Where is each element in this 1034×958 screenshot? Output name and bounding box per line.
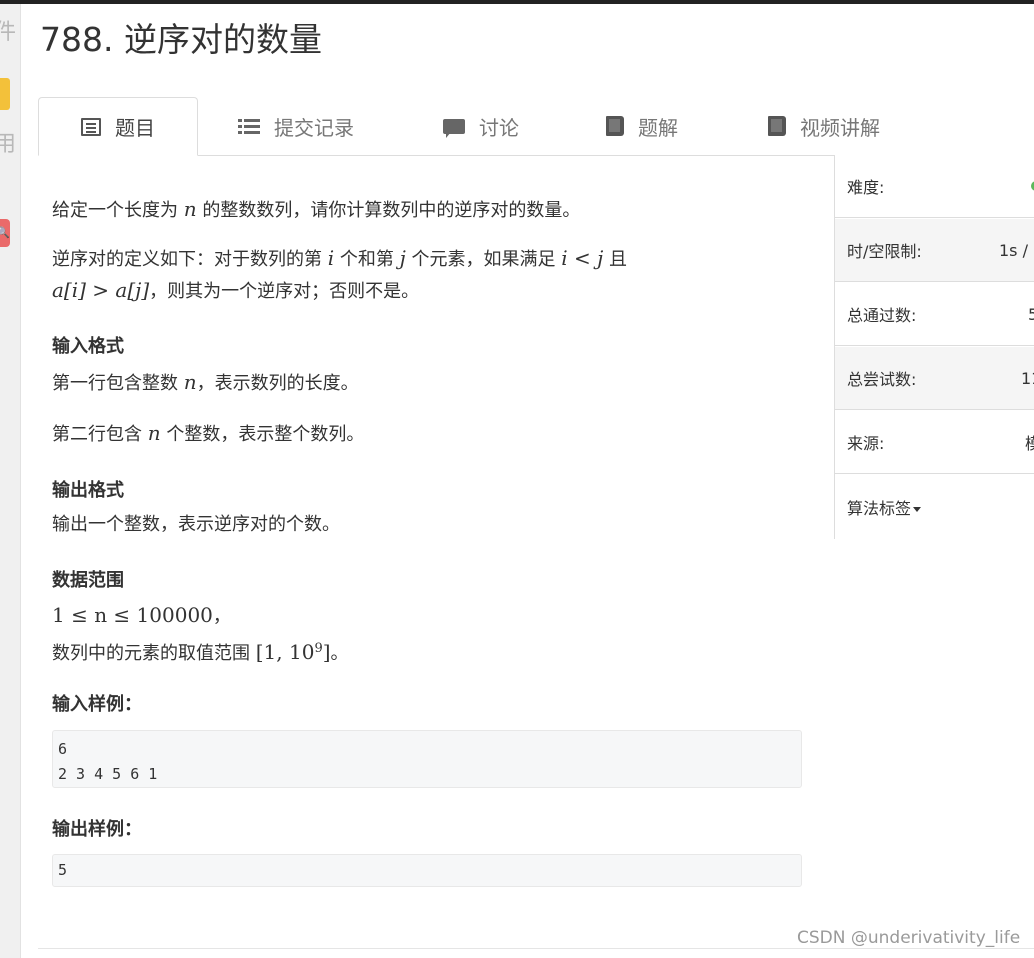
tab-problem[interactable]: 题目 <box>38 97 198 156</box>
search-icon[interactable]: 🔍 <box>0 219 10 247</box>
info-row-source: 来源: 模 <box>835 411 1034 474</box>
description-paragraph: 给定一个长度为 n 的整数数列，请你计算数列中的逆序对的数量。 <box>52 197 581 221</box>
sample-input-code[interactable]: 6 2 3 4 5 6 1 <box>52 730 802 788</box>
sample-input-heading: 输入样例： <box>52 694 142 715</box>
top-bar <box>0 0 1034 4</box>
input-format-line: 第二行包含 n 个整数，表示整个数列。 <box>52 421 365 445</box>
tab-label: 讨论 <box>479 115 519 140</box>
info-row-difficulty: 难度: <box>835 155 1034 218</box>
tab-label: 提交记录 <box>274 115 354 140</box>
algorithm-tags-toggle[interactable]: 算法标签 <box>835 475 1034 538</box>
data-range-formula: 1 ≤ n ≤ 100000， <box>52 603 231 627</box>
tab-label: 题目 <box>115 116 155 140</box>
folder-icon[interactable] <box>0 78 10 110</box>
list-lines-icon <box>238 118 260 134</box>
book-icon <box>606 116 624 136</box>
output-format-heading: 输出格式 <box>52 480 124 501</box>
info-row-attempts: 总尝试数: 11 <box>835 347 1034 410</box>
tab-discussion[interactable]: 讨论 <box>443 97 519 155</box>
tab-bar: 题目 提交记录 讨论 题解 视频讲解 <box>38 97 1034 156</box>
divider <box>38 948 1034 949</box>
sidebar-char: 用 <box>0 126 16 158</box>
input-format-line: 第一行包含整数 n，表示数列的长度。 <box>52 370 359 394</box>
output-format-line: 输出一个整数，表示逆序对的个数。 <box>52 514 340 535</box>
watermark: CSDN @underivativity_life <box>797 928 1021 948</box>
tab-submissions[interactable]: 提交记录 <box>238 97 354 155</box>
tab-label: 视频讲解 <box>800 115 880 140</box>
info-row-accepted: 总通过数: 5 <box>835 283 1034 346</box>
problem-info-panel: 难度: 时/空限制: 1s / 6 总通过数: 5 总尝试数: 11 来源: 模… <box>834 155 1034 539</box>
sample-output-code[interactable]: 5 <box>52 854 802 887</box>
comment-icon <box>443 118 465 138</box>
tab-solutions[interactable]: 题解 <box>606 97 678 155</box>
page-title: 788. 逆序对的数量 <box>40 20 322 59</box>
sample-output-heading: 输出样例： <box>52 819 142 840</box>
tab-label: 题解 <box>638 115 678 140</box>
book-icon <box>768 116 786 136</box>
caret-down-icon <box>913 506 922 512</box>
info-row-limits: 时/空限制: 1s / 6 <box>835 219 1034 282</box>
data-range-line: 数列中的元素的取值范围 [1, 109]。 <box>52 640 349 664</box>
data-range-heading: 数据范围 <box>52 570 124 591</box>
tab-video[interactable]: 视频讲解 <box>768 97 880 155</box>
left-sidebar-strip: 件 用 🔍 <box>0 4 21 958</box>
description-paragraph: 逆序对的定义如下：对于数列的第 i 个和第 j 个元素，如果满足 i < j 且 <box>52 246 628 270</box>
sidebar-char: 件 <box>0 14 16 46</box>
list-icon <box>81 117 101 136</box>
input-format-heading: 输入格式 <box>52 336 124 357</box>
description-paragraph: a[i] > a[j]，则其为一个逆序对；否则不是。 <box>52 278 420 302</box>
